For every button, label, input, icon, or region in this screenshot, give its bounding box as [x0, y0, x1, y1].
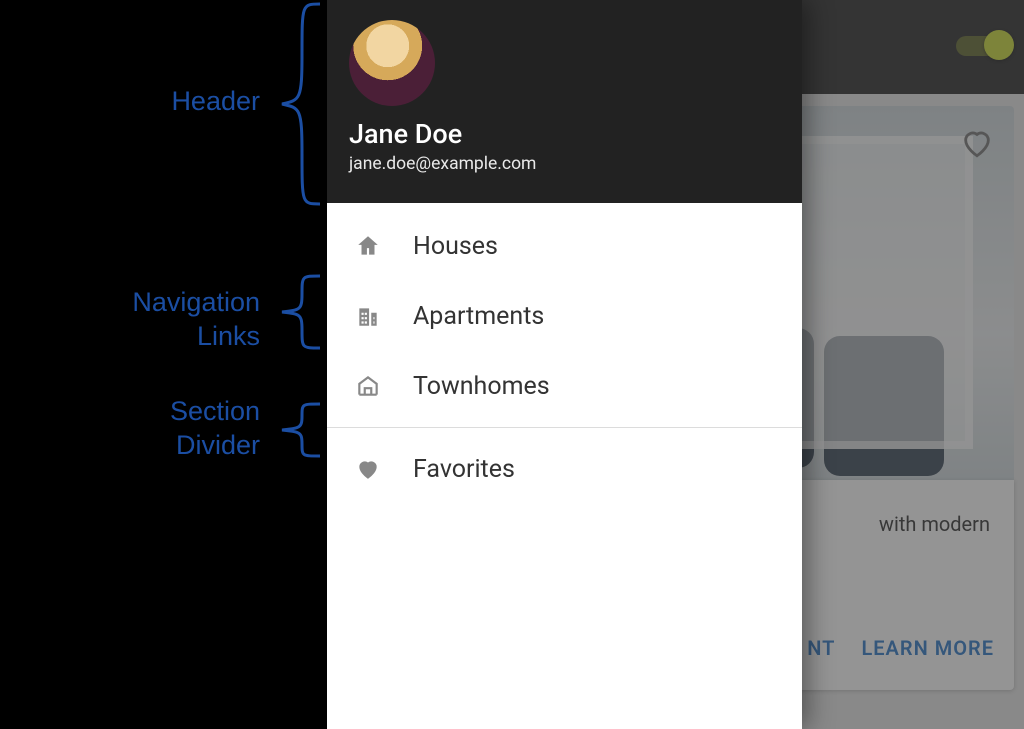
nav-item-townhomes[interactable]: Townhomes [327, 351, 802, 421]
nav-item-houses[interactable]: Houses [327, 211, 802, 281]
section-divider [327, 427, 802, 428]
navigation-drawer: Jane Doe jane.doe@example.com Houses Apa… [327, 0, 802, 729]
townhome-icon [353, 371, 383, 401]
heart-filled-icon [353, 454, 383, 484]
nav-item-favorites[interactable]: Favorites [327, 434, 802, 504]
drawer-header: Jane Doe jane.doe@example.com [327, 0, 802, 203]
building-icon [353, 301, 383, 331]
annotation-navigation-links: Navigation Links [42, 286, 260, 354]
avatar[interactable] [349, 20, 435, 106]
annotation-section-divider: Section Divider [86, 395, 260, 463]
user-email: jane.doe@example.com [349, 154, 780, 174]
home-icon [353, 231, 383, 261]
annotation-header: Header [70, 85, 260, 119]
nav-item-label: Apartments [413, 302, 544, 331]
nav-item-label: Favorites [413, 455, 515, 484]
navigation-links: Houses Apartments Townhomes [327, 203, 802, 504]
nav-item-apartments[interactable]: Apartments [327, 281, 802, 351]
nav-item-label: Houses [413, 232, 498, 261]
nav-item-label: Townhomes [413, 372, 550, 401]
user-name: Jane Doe [349, 118, 780, 150]
